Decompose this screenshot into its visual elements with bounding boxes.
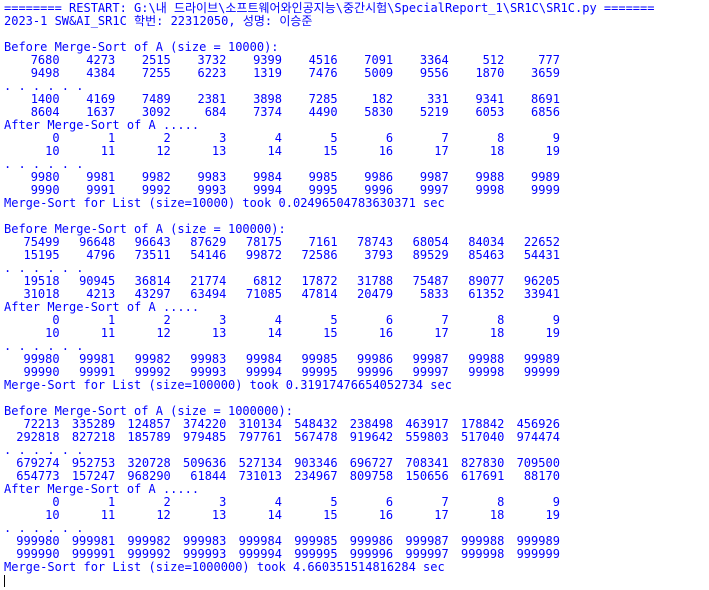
header-line: 2023-1 SW&AI_SR1C 학번: 22312050, 성명: 이승준	[4, 14, 313, 28]
number-cell: 731013	[238, 469, 282, 483]
number-cell: 85463	[468, 248, 505, 262]
number-cell: 999999	[516, 547, 560, 561]
number-cell: 7476	[308, 66, 338, 80]
prompt-line[interactable]	[4, 574, 709, 587]
number-cell: 234967	[294, 469, 338, 483]
number-cell: 13	[211, 508, 227, 522]
number-cell: 1319	[253, 66, 282, 80]
number-cell: 9556	[419, 66, 449, 80]
number-cell: 919642	[349, 430, 394, 444]
number-cell: 15	[323, 144, 338, 158]
number-cell: 1870	[475, 66, 505, 80]
number-cell: 6223	[197, 66, 227, 80]
number-cell: 4490	[308, 105, 338, 119]
number-cell: 61352	[468, 287, 505, 301]
number-cell: 5833	[419, 287, 449, 301]
number-cell: 17	[434, 508, 449, 522]
number-cell: 20479	[357, 287, 394, 301]
number-cell: 7374	[253, 105, 282, 119]
number-cell: 999998	[460, 547, 505, 561]
number-cell: 14	[267, 144, 282, 158]
after-sort-row: 10 11 12 13 14 15 16 17 18 19	[4, 327, 709, 340]
before-sort-row: 292818 827218 185789 979485 797761 567478 9196…	[4, 431, 709, 444]
number-cell: 5009	[364, 66, 394, 80]
number-cell: 17	[434, 144, 449, 158]
number-cell: 6856	[531, 105, 560, 119]
number-cell: 16	[378, 326, 394, 340]
number-cell: 14	[267, 326, 282, 340]
number-cell: 809758	[349, 469, 394, 483]
number-cell: 71085	[245, 287, 282, 301]
number-cell: 73511	[134, 248, 171, 262]
text-cursor	[4, 574, 5, 587]
number-cell: 517040	[460, 430, 505, 444]
number-cell: 12	[156, 326, 171, 340]
number-cell: 99872	[245, 248, 282, 262]
number-cell: 974474	[516, 430, 560, 444]
number-cell: 18	[489, 508, 505, 522]
number-cell: 16	[378, 508, 394, 522]
before-sort-row: 9498 4384 7255 6223 1319 7476 5009 9556 1870 3659	[4, 67, 709, 80]
number-cell: 99998	[468, 365, 505, 379]
number-cell: 14	[267, 508, 282, 522]
number-cell: 12	[156, 508, 171, 522]
number-cell: 18	[489, 326, 505, 340]
number-cell: 19	[545, 508, 560, 522]
number-cell: 13	[211, 144, 227, 158]
number-cell: 16	[378, 144, 394, 158]
timing-line: Merge-Sort for List (size=10000) took 0.…	[4, 196, 445, 210]
after-sort-row: 10 11 12 13 14 15 16 17 18 19	[4, 145, 709, 158]
number-cell: 47814	[301, 287, 338, 301]
number-cell: 15	[323, 326, 338, 340]
number-cell: 617691	[460, 469, 505, 483]
number-cell: 19	[545, 144, 560, 158]
number-cell: 5830	[364, 105, 394, 119]
output-blocks: Before Merge-Sort of A (size = 10000): 76…	[4, 41, 709, 574]
number-cell: 54431	[523, 248, 560, 262]
number-cell: 17	[434, 326, 449, 340]
before-sort-row: 15195 4796 73511 54146 99872 72586 3793 89529 85…	[4, 249, 709, 262]
number-cell: 89529	[412, 248, 449, 262]
number-cell: 559803	[405, 430, 449, 444]
timing-line: Merge-Sort for List (size=1000000) took …	[4, 560, 445, 574]
number-cell: 15	[323, 508, 338, 522]
number-cell: 6053	[475, 105, 505, 119]
python-shell-output[interactable]: ======== RESTART: G:\내 드라이브\소프트웨어와인공지능\중…	[0, 0, 709, 590]
number-cell: 979485	[183, 430, 227, 444]
number-cell: 5219	[419, 105, 449, 119]
number-cell: 54146	[190, 248, 227, 262]
number-cell: 150656	[405, 469, 449, 483]
timing-line: Merge-Sort for List (size=100000) took 0…	[4, 378, 452, 392]
number-cell: 33941	[523, 287, 560, 301]
number-cell: 567478	[294, 430, 338, 444]
number-cell: 3793	[364, 248, 394, 262]
number-cell: 88170	[523, 469, 560, 483]
number-cell: 99999	[523, 365, 560, 379]
number-cell: 3659	[531, 66, 560, 80]
number-cell: 12	[156, 144, 171, 158]
number-cell: 7255	[141, 66, 171, 80]
number-cell: 9998	[475, 183, 505, 197]
number-cell: 19	[545, 326, 560, 340]
number-cell: 9999	[531, 183, 560, 197]
number-cell: 18	[489, 144, 505, 158]
number-cell: 797761	[238, 430, 282, 444]
after-sort-row: 10 11 12 13 14 15 16 17 18 19	[4, 509, 709, 522]
number-cell: 13	[211, 326, 227, 340]
number-cell: 72586	[301, 248, 338, 262]
number-cell: 185789	[127, 430, 171, 444]
